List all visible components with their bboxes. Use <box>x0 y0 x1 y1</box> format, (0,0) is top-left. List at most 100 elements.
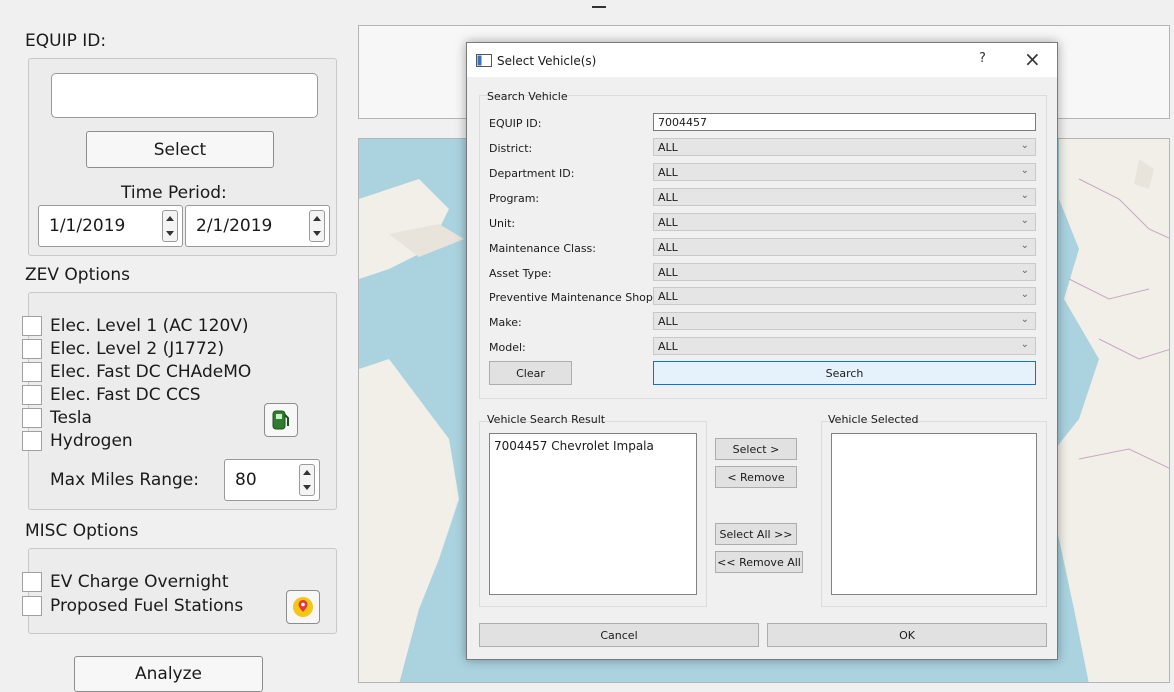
district-label: District: <box>489 142 533 155</box>
misc-options-label: MISC Options <box>25 521 139 541</box>
dialog-title: Select Vehicle(s) <box>497 54 597 68</box>
zev-option-label: Elec. Fast DC CHAdeMO <box>50 362 252 382</box>
chevron-down-icon: ⌄ <box>1020 265 1029 276</box>
zev-options-label: ZEV Options <box>25 265 131 285</box>
zev-option-label: Elec. Level 2 (J1772) <box>50 339 225 359</box>
department-id-label: Department ID: <box>489 167 575 180</box>
time-period-label: Time Period: <box>121 183 227 203</box>
end-date-arrows[interactable] <box>309 210 325 242</box>
misc-option-label: EV Charge Overnight <box>50 572 229 592</box>
checkbox[interactable] <box>22 339 42 359</box>
vehicle-selected-list[interactable] <box>831 433 1037 595</box>
max-miles-value: 80 <box>235 470 257 490</box>
select-vehicle-button[interactable]: Select > <box>715 438 797 460</box>
checkbox[interactable] <box>22 572 42 592</box>
pm-shop-label: Preventive Maintenance Shop: <box>489 291 657 304</box>
spin-up-icon[interactable] <box>303 470 311 475</box>
department-id-value: ALL <box>658 166 678 179</box>
zev-option-tesla[interactable]: Tesla <box>22 408 92 428</box>
fuel-station-button[interactable] <box>264 403 298 437</box>
program-value: ALL <box>658 191 678 204</box>
department-id-combo[interactable]: ALL ⌄ <box>653 163 1036 181</box>
zev-option-hydrogen[interactable]: Hydrogen <box>22 431 133 451</box>
clear-button[interactable]: Clear <box>489 361 572 385</box>
chevron-down-icon: ⌄ <box>1020 289 1029 300</box>
minimize-indicator <box>592 6 606 8</box>
program-label: Program: <box>489 192 540 205</box>
search-group-label: Search Vehicle <box>487 90 568 103</box>
chevron-down-icon: ⌄ <box>1020 190 1029 201</box>
zev-option-level1[interactable]: Elec. Level 1 (AC 120V) <box>22 316 249 336</box>
spin-down-icon[interactable] <box>313 231 321 236</box>
select-button[interactable]: Select <box>86 131 274 168</box>
misc-option-proposed-stations[interactable]: Proposed Fuel Stations <box>22 596 243 616</box>
spin-down-icon[interactable] <box>303 485 311 490</box>
unit-value: ALL <box>658 216 678 229</box>
pm-shop-value: ALL <box>658 290 678 303</box>
model-value: ALL <box>658 340 678 353</box>
chevron-down-icon: ⌄ <box>1020 165 1029 176</box>
equip-id-field[interactable]: 7004457 <box>653 113 1036 131</box>
unit-label: Unit: <box>489 217 516 230</box>
ok-button[interactable]: OK <box>767 623 1047 647</box>
chevron-down-icon: ⌄ <box>1020 215 1029 226</box>
checkbox[interactable] <box>22 408 42 428</box>
list-item[interactable]: 7004457 Chevrolet Impala <box>490 434 696 458</box>
asset-type-value: ALL <box>658 266 678 279</box>
zev-option-label: Tesla <box>50 408 92 428</box>
cancel-button[interactable]: Cancel <box>479 623 759 647</box>
max-miles-arrows[interactable] <box>299 464 315 496</box>
equip-id-input[interactable] <box>51 73 318 118</box>
max-miles-spinbox[interactable]: 80 <box>224 459 320 501</box>
selected-group-label: Vehicle Selected <box>828 413 919 426</box>
spin-up-icon[interactable] <box>313 216 321 221</box>
spin-down-icon[interactable] <box>166 231 174 236</box>
search-result-list[interactable]: 7004457 Chevrolet Impala <box>489 433 697 595</box>
chevron-down-icon: ⌄ <box>1020 240 1029 251</box>
end-date-spinbox[interactable]: 2/1/2019 <box>185 205 330 247</box>
search-button[interactable]: Search <box>653 361 1036 385</box>
equip-id-field-label: EQUIP ID: <box>489 117 542 130</box>
help-button[interactable]: ? <box>979 51 986 66</box>
pm-shop-combo[interactable]: ALL ⌄ <box>653 287 1036 305</box>
district-combo[interactable]: ALL ⌄ <box>653 138 1036 156</box>
chevron-down-icon: ⌄ <box>1020 140 1029 151</box>
zev-option-ccs[interactable]: Elec. Fast DC CCS <box>22 385 201 405</box>
unit-combo[interactable]: ALL ⌄ <box>653 213 1036 231</box>
asset-type-combo[interactable]: ALL ⌄ <box>653 263 1036 281</box>
zev-option-chademo[interactable]: Elec. Fast DC CHAdeMO <box>22 362 251 382</box>
select-vehicles-dialog: Select Vehicle(s) ? × Search Vehicle EQU… <box>466 42 1058 660</box>
remove-all-button[interactable]: << Remove All <box>715 551 803 573</box>
checkbox[interactable] <box>22 596 42 616</box>
program-combo[interactable]: ALL ⌄ <box>653 188 1036 206</box>
map-marker-icon <box>293 597 313 617</box>
close-button[interactable]: × <box>1024 47 1041 71</box>
maintenance-class-combo[interactable]: ALL ⌄ <box>653 238 1036 256</box>
proposed-stations-button[interactable] <box>286 590 320 624</box>
checkbox[interactable] <box>22 385 42 405</box>
model-combo[interactable]: ALL ⌄ <box>653 337 1036 355</box>
misc-option-ev-overnight[interactable]: EV Charge Overnight <box>22 572 229 592</box>
checkbox[interactable] <box>22 431 42 451</box>
fuel-pump-icon <box>272 410 289 430</box>
spin-up-icon[interactable] <box>166 216 174 221</box>
misc-option-label: Proposed Fuel Stations <box>50 596 244 616</box>
analyze-button[interactable]: Analyze <box>74 656 263 692</box>
start-date-arrows[interactable] <box>162 210 178 242</box>
make-combo[interactable]: ALL ⌄ <box>653 312 1036 330</box>
make-label: Make: <box>489 316 522 329</box>
zev-option-level2[interactable]: Elec. Level 2 (J1772) <box>22 339 224 359</box>
zev-option-label: Elec. Fast DC CCS <box>50 385 201 405</box>
dialog-titlebar: Select Vehicle(s) ? × <box>467 43 1057 77</box>
checkbox[interactable] <box>22 362 42 382</box>
district-value: ALL <box>658 141 678 154</box>
window-icon <box>476 54 492 67</box>
asset-type-label: Asset Type: <box>489 267 552 280</box>
start-date-value: 1/1/2019 <box>49 216 126 236</box>
zev-option-label: Elec. Level 1 (AC 120V) <box>50 316 249 336</box>
select-all-button[interactable]: Select All >> <box>715 523 797 545</box>
checkbox[interactable] <box>22 316 42 336</box>
start-date-spinbox[interactable]: 1/1/2019 <box>38 205 183 247</box>
zev-option-label: Hydrogen <box>50 431 133 451</box>
remove-vehicle-button[interactable]: < Remove <box>715 466 797 488</box>
